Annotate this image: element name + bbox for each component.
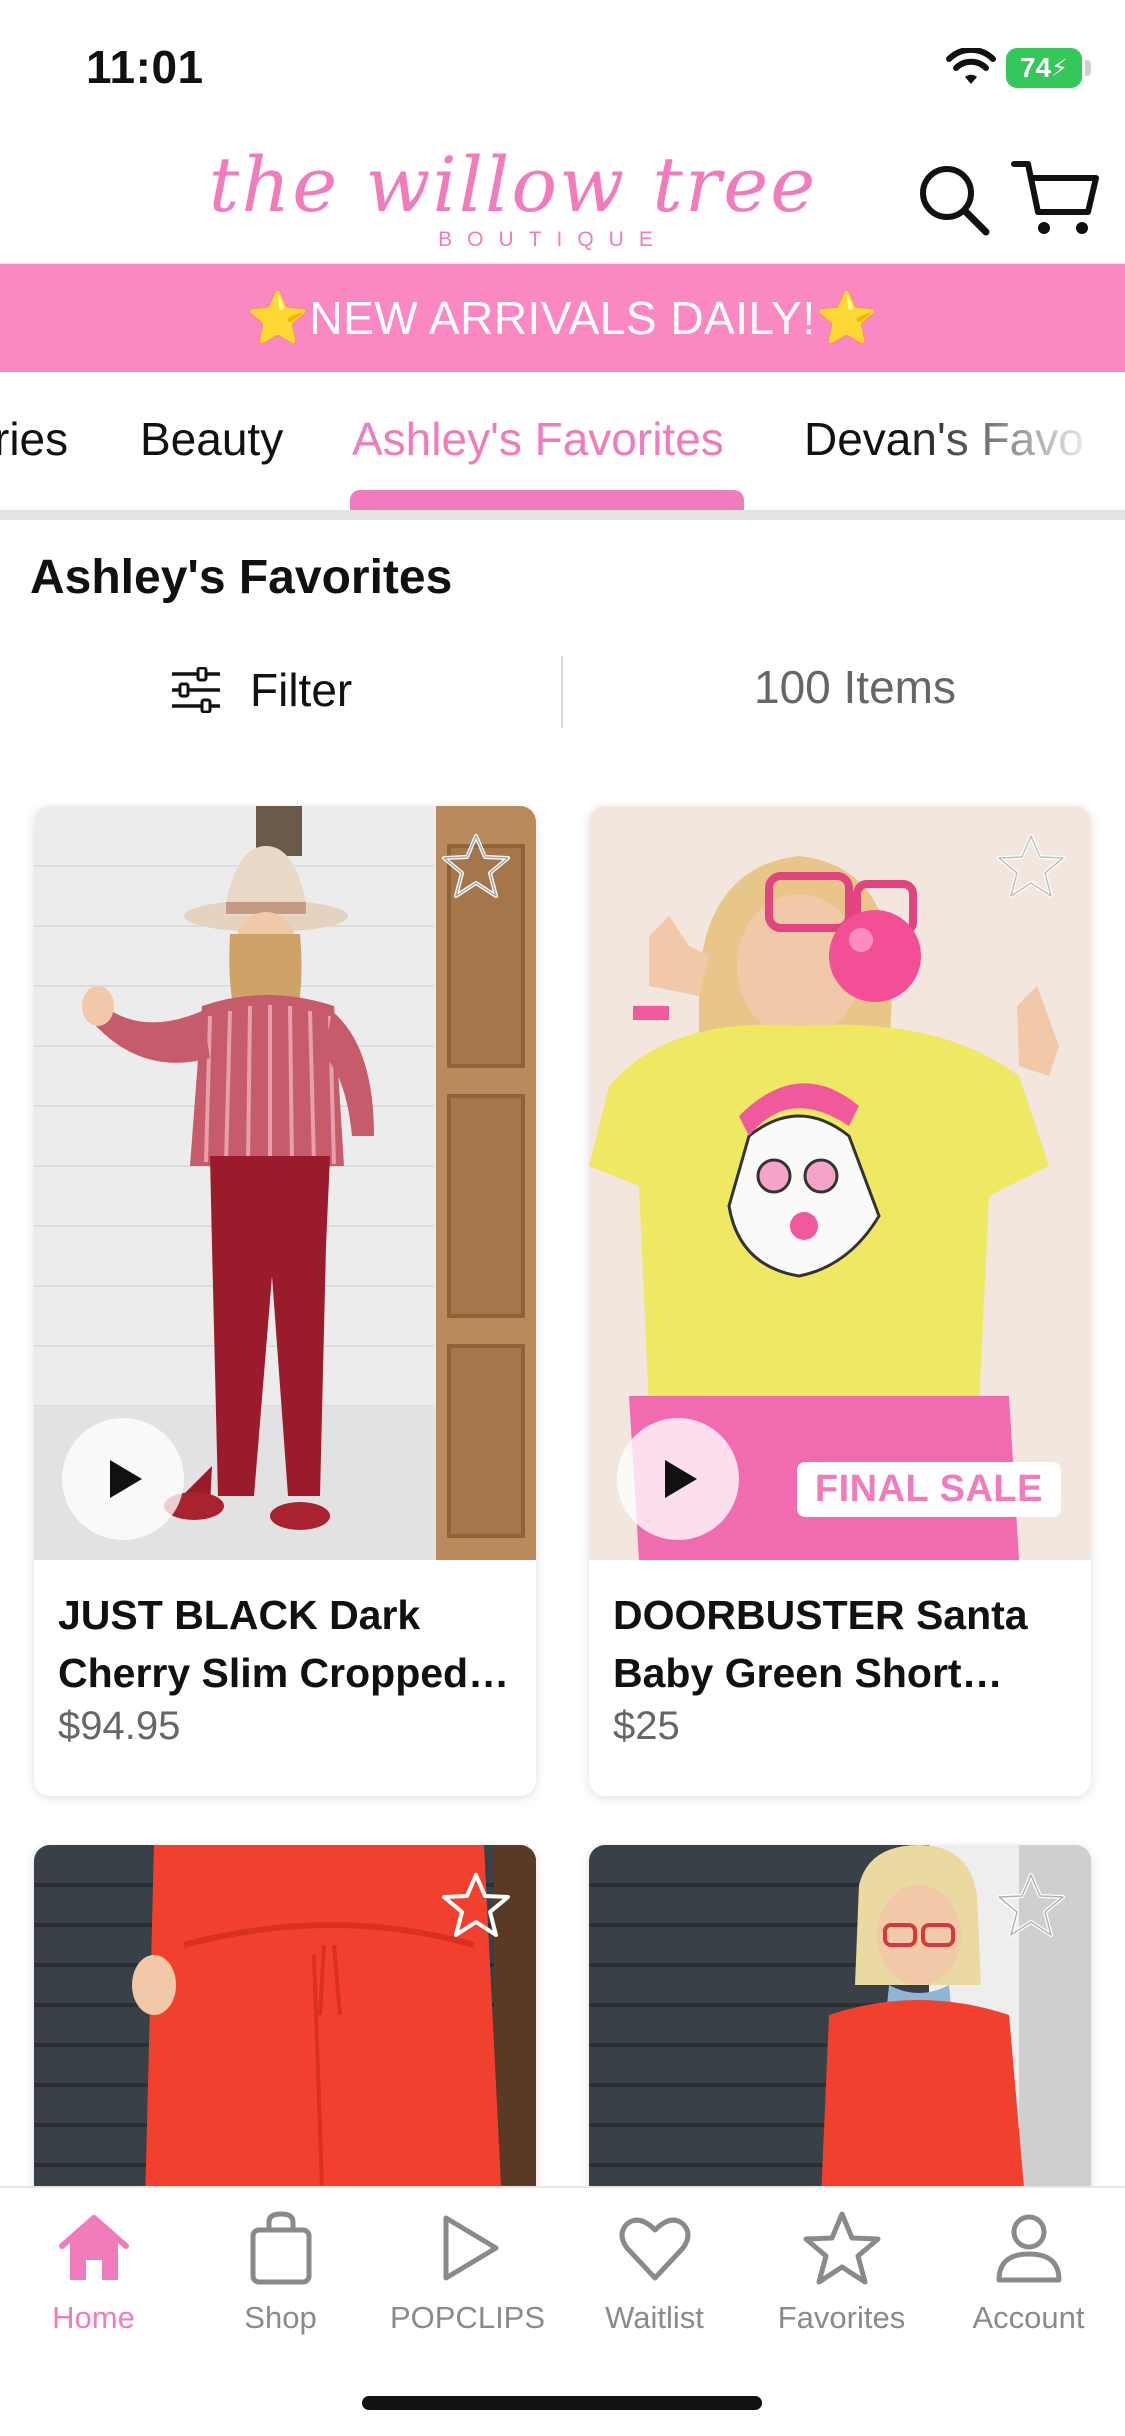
star-outline-icon[interactable] — [995, 830, 1067, 902]
battery-indicator: 74 ⚡ — [1006, 48, 1082, 88]
product-image[interactable] — [34, 806, 536, 1560]
tab-favorites[interactable]: Favorites — [748, 2208, 935, 2336]
page-title: Ashley's Favorites — [30, 551, 453, 604]
tab-label: Waitlist — [605, 2300, 704, 2335]
product-price: $25 — [613, 1704, 680, 1748]
product-card[interactable]: FINAL SALE DOORBUSTER Santa Baby Green S… — [589, 806, 1091, 1796]
star-outline-icon[interactable] — [440, 1869, 512, 1941]
star-emoji-icon: ⭐ — [815, 289, 879, 346]
logo-script: the willow tree — [208, 140, 818, 229]
product-card[interactable]: JUST BLACK Dark Cherry Slim Cropped Flar… — [34, 806, 536, 1796]
tab-account[interactable]: Account — [935, 2208, 1122, 2336]
product-card[interactable] — [589, 1845, 1091, 2245]
product-name[interactable]: JUST BLACK Dark Cherry Slim Cropped Flar… — [58, 1586, 518, 1702]
battery-level: 74 — [1019, 52, 1052, 83]
product-price: $94.95 — [58, 1704, 181, 1748]
search-icon[interactable] — [914, 160, 994, 240]
cart-icon[interactable] — [1010, 156, 1100, 240]
app-header: the willow tree BOUTIQUE — [0, 130, 1125, 264]
filter-button[interactable]: Filter — [170, 650, 352, 730]
tab-label: Shop — [244, 2300, 317, 2335]
play-icon — [443, 2215, 498, 2281]
play-icon — [110, 1460, 142, 1498]
status-bar: 11:01 74 ⚡ — [0, 0, 1125, 130]
play-video-button[interactable] — [62, 1418, 184, 1540]
divider — [561, 656, 563, 728]
tab-accessories[interactable]: ries — [0, 412, 68, 466]
play-video-button[interactable] — [617, 1418, 739, 1540]
wifi-icon — [946, 48, 996, 84]
banner-text: NEW ARRIVALS DAILY! — [309, 292, 816, 344]
filter-sliders-icon — [172, 667, 220, 713]
promo-banner[interactable]: ⭐ NEW ARRIVALS DAILY! ⭐ — [0, 264, 1125, 372]
star-icon — [803, 2211, 880, 2285]
product-image[interactable] — [34, 1845, 536, 2245]
tab-label: Favorites — [777, 2300, 906, 2335]
active-tab-indicator — [350, 490, 744, 510]
tab-label: Home — [52, 2300, 135, 2335]
product-image[interactable]: FINAL SALE — [589, 806, 1091, 1560]
tab-ashleys-favorites[interactable]: Ashley's Favorites — [352, 412, 724, 466]
home-indicator[interactable] — [362, 2396, 762, 2410]
tab-beauty[interactable]: Beauty — [140, 412, 283, 466]
shopping-bag-icon — [250, 2211, 311, 2285]
status-time: 11:01 — [86, 41, 204, 93]
item-count: 100 Items — [754, 661, 956, 713]
tab-home[interactable]: Home — [0, 2208, 187, 2336]
product-name[interactable]: DOORBUSTER Santa Baby Green Short Sleeve… — [613, 1586, 1073, 1702]
brand-logo[interactable]: the willow tree BOUTIQUE — [148, 140, 878, 258]
star-outline-icon[interactable] — [995, 1869, 1067, 1941]
tab-label: POPCLIPS — [389, 2300, 546, 2335]
home-icon — [58, 2215, 129, 2280]
play-icon — [665, 1460, 697, 1498]
tab-label: Account — [972, 2300, 1085, 2335]
tab-waitlist[interactable]: Waitlist — [561, 2208, 748, 2336]
final-sale-badge: FINAL SALE — [796, 1462, 1061, 1517]
battery-cap — [1085, 60, 1091, 76]
star-outline-icon[interactable] — [440, 830, 512, 902]
tab-shop[interactable]: Shop — [187, 2208, 374, 2336]
filter-label: Filter — [250, 664, 353, 716]
heart-icon — [619, 2217, 690, 2281]
tab-popclips[interactable]: POPCLIPS — [374, 2208, 561, 2336]
star-emoji-icon: ⭐ — [246, 289, 310, 346]
category-tabs: ries Beauty Ashley's Favorites Devan's F… — [0, 372, 1125, 520]
person-icon — [996, 2214, 1061, 2283]
logo-subtitle: BOUTIQUE — [438, 228, 668, 251]
product-image[interactable] — [589, 1845, 1091, 2245]
tab-fade — [905, 372, 1125, 510]
product-card[interactable] — [34, 1845, 536, 2245]
